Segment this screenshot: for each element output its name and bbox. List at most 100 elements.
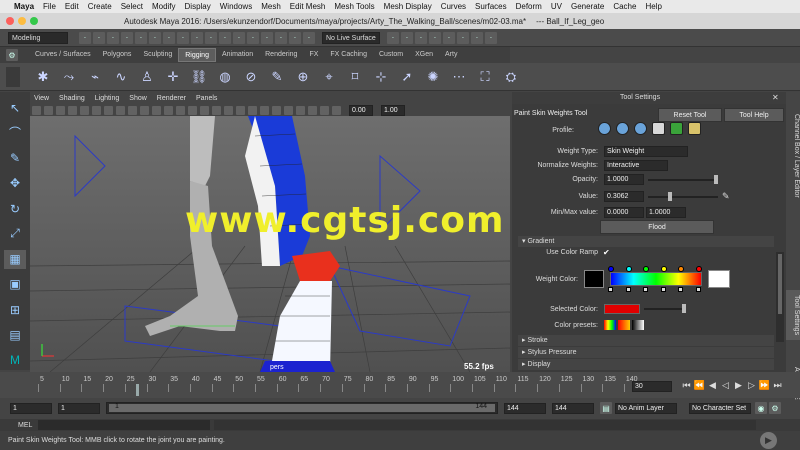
exposure-field[interactable]: 0.00 xyxy=(349,104,373,116)
film-gate-icon[interactable] xyxy=(116,105,125,115)
symmetry-icon[interactable]: · xyxy=(387,31,399,44)
profile-brush-2-icon[interactable] xyxy=(616,122,629,135)
value-slider-track[interactable] xyxy=(648,196,718,198)
right-leg-mesh[interactable] xyxy=(245,116,340,372)
auto-key-icon[interactable]: ◉ xyxy=(755,402,767,414)
snap-surface-icon[interactable]: · xyxy=(247,31,259,44)
play-backwards-icon[interactable]: ◁ xyxy=(719,380,732,391)
weight-color-swatch-high[interactable] xyxy=(708,270,730,288)
tab-channel-box[interactable]: Channel Box / Layer Editor xyxy=(786,96,800,216)
rotate-tool-icon[interactable]: ↻ xyxy=(4,199,26,218)
mac-menu-maya[interactable]: Maya xyxy=(14,2,34,11)
shelf-gear-icon[interactable]: ⚙ xyxy=(6,49,18,61)
lasso-tool-icon[interactable]: ⌒ xyxy=(4,123,26,142)
shelf-tab-polygons[interactable]: Polygons xyxy=(97,48,138,62)
go-to-end-icon[interactable]: ⏭ xyxy=(771,380,784,391)
safe-action-icon[interactable] xyxy=(164,105,173,115)
soft-select-icon[interactable]: · xyxy=(401,31,413,44)
weight-color-ramp[interactable] xyxy=(610,272,702,286)
mac-menu-curves[interactable]: Curves xyxy=(441,2,466,11)
render-icon[interactable]: · xyxy=(275,31,287,44)
shelf-tab-sculpting[interactable]: Sculpting xyxy=(137,48,178,62)
ramp-marker-bottom-4[interactable] xyxy=(660,287,666,292)
wireframe-icon[interactable] xyxy=(188,105,197,115)
current-frame-field[interactable]: 30 xyxy=(632,381,672,392)
resolution-gate-icon[interactable] xyxy=(128,105,137,115)
paint-select-icon[interactable]: ✎ xyxy=(4,149,26,168)
shelf-options-icon[interactable] xyxy=(6,66,20,87)
gradient-section-header[interactable]: ▾ Gradient xyxy=(518,236,774,247)
snap-curve-icon[interactable]: · xyxy=(205,31,217,44)
play-forward-icon[interactable]: ▶ xyxy=(732,380,745,391)
field-chart-icon[interactable] xyxy=(152,105,161,115)
tab-tool-settings[interactable]: Tool Settings xyxy=(786,290,800,340)
image-plane-icon[interactable] xyxy=(68,105,77,115)
zoom-window-icon[interactable] xyxy=(30,17,38,25)
gate-mask-icon[interactable] xyxy=(140,105,149,115)
step-back-frame-icon[interactable]: ◀ xyxy=(706,380,719,391)
shelf-tab-fx-caching[interactable]: FX Caching xyxy=(324,48,373,62)
safe-title-icon[interactable] xyxy=(176,105,185,115)
shelf-tab-xgen[interactable]: XGen xyxy=(409,48,439,62)
max-value-field[interactable]: 1.0000 xyxy=(646,207,686,218)
shelf-tab-curves-surfaces[interactable]: Curves / Surfaces xyxy=(29,48,97,62)
mac-menu-mesh-display[interactable]: Mesh Display xyxy=(384,2,432,11)
redo-icon[interactable]: · xyxy=(135,31,147,44)
mac-menu-uv[interactable]: UV xyxy=(551,2,562,11)
tool-settings-scroll-thumb[interactable] xyxy=(778,254,782,314)
profile-brush-4-icon[interactable] xyxy=(652,122,665,135)
close-window-icon[interactable] xyxy=(6,17,14,25)
selected-color-swatch[interactable] xyxy=(604,304,640,314)
play-badge-icon[interactable]: ▶ xyxy=(760,432,777,449)
weight-type-dropdown[interactable]: Skin Weight xyxy=(604,146,688,157)
sidebar-toggle-icon[interactable]: · xyxy=(429,31,441,44)
mac-menu-generate[interactable]: Generate xyxy=(571,2,604,11)
playback-start-field[interactable]: 1 xyxy=(58,402,100,414)
step-forward-frame-icon[interactable]: ▷ xyxy=(745,380,758,391)
tool-help-button[interactable]: Tool Help xyxy=(724,108,784,122)
time-cursor[interactable] xyxy=(136,384,139,396)
xray-icon[interactable] xyxy=(296,105,305,115)
ramp-marker-bottom-6[interactable] xyxy=(695,287,701,292)
two-d-pan-icon[interactable] xyxy=(80,105,89,115)
lights-icon[interactable] xyxy=(224,105,233,115)
mac-menu-cache[interactable]: Cache xyxy=(613,2,636,11)
textured-icon[interactable] xyxy=(212,105,221,115)
create-joint-icon[interactable]: ✱ xyxy=(32,66,54,88)
mac-menu-create[interactable]: Create xyxy=(88,2,112,11)
shelf-tab-animation[interactable]: Animation xyxy=(216,48,259,62)
opacity-field[interactable]: 1.0000 xyxy=(604,174,644,185)
opacity-slider-track[interactable] xyxy=(648,179,718,181)
ambient-occlusion-icon[interactable] xyxy=(248,105,257,115)
preset-grayscale[interactable] xyxy=(632,320,644,330)
file-new-icon[interactable]: · xyxy=(79,31,91,44)
file-save-icon[interactable]: · xyxy=(107,31,119,44)
time-slider[interactable]: 5 10 15 20 25 30 35 40 45 50 55 60 65 70 75 80 85 90 95 100… xyxy=(0,372,800,398)
ramp-marker-bottom-2[interactable] xyxy=(625,287,631,292)
history-icon[interactable]: · xyxy=(261,31,273,44)
viewport-menu-view[interactable]: View xyxy=(34,95,49,102)
paint-skin-weights-icon[interactable]: ✎ xyxy=(266,66,288,88)
bind-skin-icon[interactable]: ⛓ xyxy=(188,66,210,88)
mac-menu-select[interactable]: Select xyxy=(121,2,143,11)
section-display[interactable]: ▸ Display xyxy=(518,359,774,370)
range-bar-handle[interactable] xyxy=(109,404,495,412)
single-view-icon[interactable]: ▣ xyxy=(4,275,26,294)
value-slider-handle[interactable] xyxy=(668,192,673,201)
layout-icon[interactable]: ▤ xyxy=(4,325,26,344)
profile-brush-3-icon[interactable] xyxy=(634,122,647,135)
mac-menu-mesh[interactable]: Mesh xyxy=(261,2,281,11)
render-settings-icon[interactable]: · xyxy=(303,31,315,44)
profile-brush-6-icon[interactable] xyxy=(688,122,701,135)
panel-close-icon[interactable]: ✕ xyxy=(772,93,779,102)
snap-grid-icon[interactable]: · xyxy=(191,31,203,44)
mac-menu-surfaces[interactable]: Surfaces xyxy=(475,2,507,11)
ramp-marker-top-3[interactable] xyxy=(643,266,649,272)
shelf-tab-rendering[interactable]: Rendering xyxy=(259,48,303,62)
minimize-window-icon[interactable] xyxy=(18,17,26,25)
reset-tool-button[interactable]: Reset Tool xyxy=(658,108,722,122)
mac-menu-edit-mesh[interactable]: Edit Mesh xyxy=(290,2,326,11)
channel-box-icon[interactable]: · xyxy=(457,31,469,44)
move-tool-icon[interactable]: ✥ xyxy=(4,174,26,193)
ramp-marker-bottom-1[interactable] xyxy=(608,287,613,292)
